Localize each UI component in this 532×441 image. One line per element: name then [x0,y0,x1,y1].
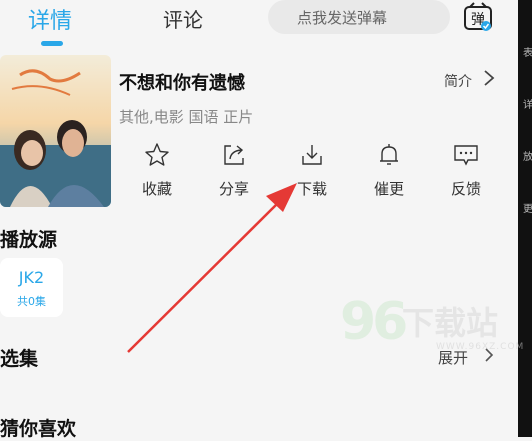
play-source-item[interactable]: JK2 共0集 [0,258,63,317]
urge-update-label: 催更 [373,180,404,198]
tab-detail[interactable]: 详情 [28,3,72,35]
share-icon [224,145,244,165]
chevron-right-icon[interactable] [483,346,495,364]
movie-meta: 其他,电影 国语 正片 [119,108,254,126]
play-source-heading: 播放源 [0,229,58,251]
danmu-input[interactable]: 点我发送弹幕 [268,0,450,34]
share-label: 分享 [218,180,249,198]
bell-icon [380,144,398,165]
play-source-name: JK2 [18,268,45,287]
top-tab-bar: 详情 评论 点我发送弹幕 弹 [0,0,518,46]
play-source-count: 共0集 [17,295,46,308]
urge-update-button[interactable]: 催更 [364,142,414,199]
danmu-placeholder: 点我发送弹幕 [297,9,388,27]
favorite-label: 收藏 [141,180,172,198]
star-icon [145,143,169,166]
movie-title: 不想和你有遗憾 [119,73,245,94]
feedback-button[interactable]: 反馈 [441,142,491,199]
download-button[interactable]: 下载 [287,142,337,199]
tab-comments[interactable]: 评论 [163,4,203,33]
expand-link[interactable]: 展开 [438,347,468,368]
movie-poster[interactable] [0,55,111,207]
feedback-label: 反馈 [450,180,481,198]
episodes-heading: 选集 [0,348,39,370]
download-label: 下载 [296,180,327,198]
feedback-icon [454,145,478,166]
share-button[interactable]: 分享 [209,142,259,199]
intro-link[interactable]: 简介 [444,71,472,91]
chevron-right-icon[interactable] [482,68,496,88]
active-tab-indicator [41,41,63,46]
download-icon [302,145,322,165]
adjacent-window-edge: 表 详 放 更 [518,0,532,437]
favorite-button[interactable]: 收藏 [132,142,182,199]
danmu-toggle-icon[interactable]: 弹 [462,2,494,34]
